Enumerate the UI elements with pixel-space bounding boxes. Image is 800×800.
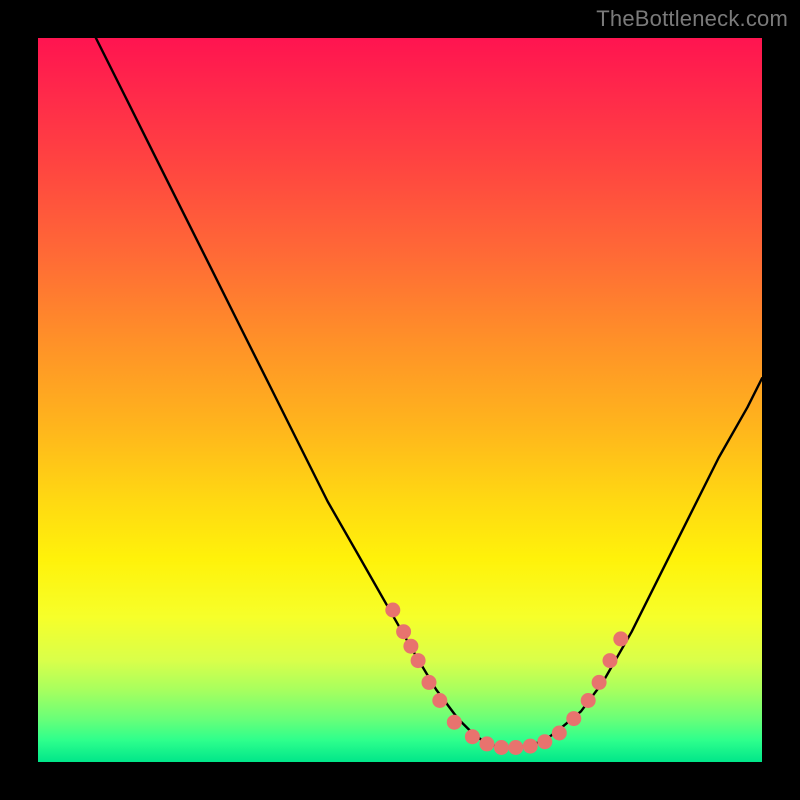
chart-overlay [38, 38, 762, 762]
data-marker [465, 729, 480, 744]
data-marker [385, 603, 400, 618]
data-marker [447, 715, 462, 730]
data-marker [411, 653, 426, 668]
plot-area [38, 38, 762, 762]
data-marker [494, 740, 509, 755]
data-marker [508, 740, 523, 755]
data-marker [523, 739, 538, 754]
data-marker [581, 693, 596, 708]
data-marker [552, 726, 567, 741]
data-marker [603, 653, 618, 668]
data-marker [592, 675, 607, 690]
data-marker [403, 639, 418, 654]
data-marker [479, 736, 494, 751]
data-marker [537, 734, 552, 749]
data-marker [613, 631, 628, 646]
bottleneck-curve [96, 38, 762, 748]
data-marker [396, 624, 411, 639]
chart-stage: TheBottleneck.com [0, 0, 800, 800]
data-marker [566, 711, 581, 726]
marker-group [385, 603, 628, 756]
data-marker [432, 693, 447, 708]
data-marker [422, 675, 437, 690]
watermark-text: TheBottleneck.com [596, 6, 788, 32]
